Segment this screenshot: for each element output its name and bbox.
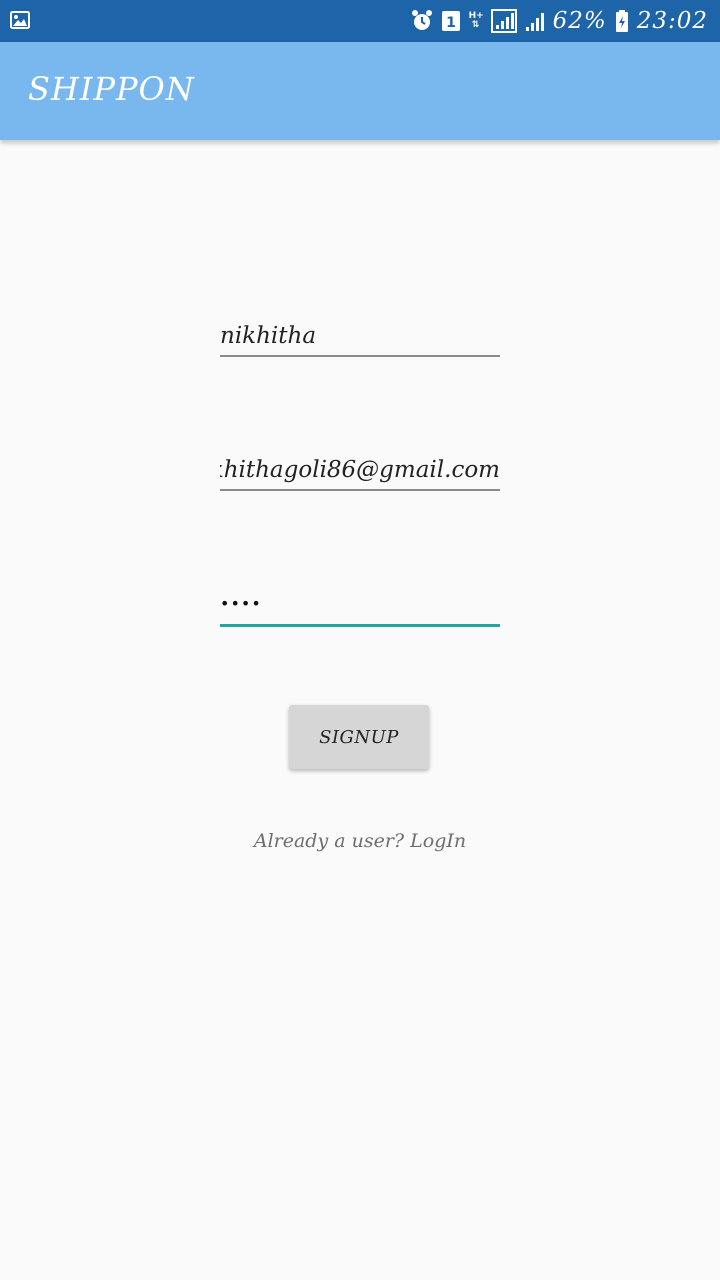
signal-icon — [490, 9, 517, 33]
network-type-icon: H+ ⇅ — [469, 12, 484, 30]
name-field-underline — [220, 355, 500, 357]
name-field[interactable]: nikhitha — [220, 307, 500, 357]
app-title: SHIPPON — [28, 70, 195, 108]
password-field-value: •••• — [220, 594, 262, 613]
clock: 23:02 — [636, 8, 708, 34]
login-link[interactable]: Already a user? LogIn — [0, 830, 720, 852]
signal-icon — [525, 9, 545, 33]
battery-icon — [615, 9, 629, 33]
notification-count: 1 — [446, 15, 456, 31]
email-field-underline — [220, 489, 500, 491]
email-field-value: nikhithagoli86@gmail.com — [220, 457, 500, 483]
status-icons: 1 H+ ⇅ 62% 23:02 — [411, 0, 708, 42]
name-field-value: nikhitha — [220, 323, 317, 349]
signup-button[interactable]: SIGNUP — [289, 705, 429, 769]
email-field[interactable]: nikhithagoli86@gmail.com — [220, 441, 500, 491]
image-icon — [10, 11, 30, 29]
data-arrows-icon: ⇅ — [471, 20, 480, 30]
battery-percent: 62% — [552, 8, 607, 34]
alarm-icon — [411, 9, 433, 33]
password-field-underline — [220, 624, 500, 627]
notification-badge-icon: 1 — [441, 9, 461, 33]
status-bar: 1 H+ ⇅ 62% 23:02 — [0, 0, 720, 42]
app-bar: SHIPPON — [0, 42, 720, 140]
password-field[interactable]: •••• — [220, 577, 500, 627]
